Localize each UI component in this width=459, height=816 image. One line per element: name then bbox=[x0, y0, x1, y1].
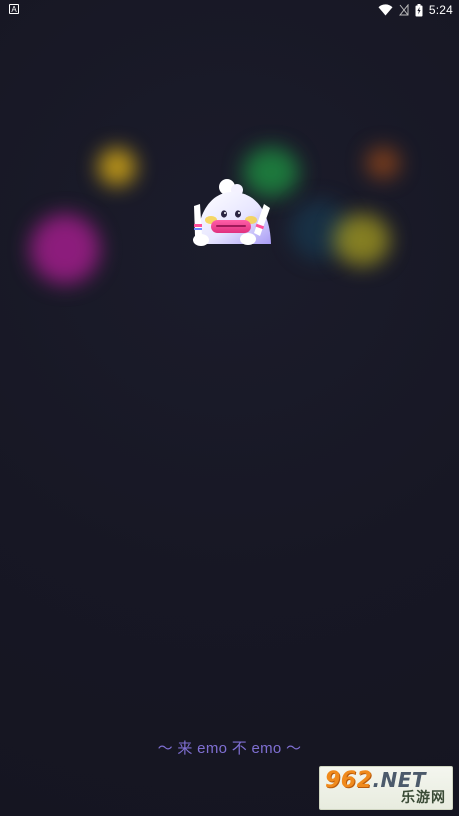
status-bar: A 5:24 bbox=[0, 0, 459, 20]
splash-screen: A 5:24 ～ 来 emo 不 emo ～ 962.NET 乐游网 bbox=[0, 0, 459, 816]
bokeh-light-magenta bbox=[30, 214, 100, 284]
watermark-logo: 962.NET 乐游网 bbox=[319, 766, 453, 810]
slogan-text: ～ 来 emo 不 emo ～ bbox=[157, 740, 302, 757]
watermark-site-name: 乐游网 bbox=[401, 789, 446, 805]
bokeh-light-orange bbox=[366, 147, 400, 179]
signal-icon bbox=[398, 4, 409, 16]
battery-icon bbox=[415, 3, 423, 17]
bokeh-light-yellow bbox=[98, 148, 136, 186]
notification-a-icon: A bbox=[9, 4, 19, 14]
clock-time: 5:24 bbox=[428, 3, 453, 17]
wifi-icon bbox=[378, 4, 393, 16]
bokeh-light-yellow-2 bbox=[334, 214, 390, 266]
watermark-number: 962 bbox=[325, 768, 373, 793]
emo-ghost-mascot-icon bbox=[184, 176, 276, 252]
status-right-group: 5:24 bbox=[378, 1, 453, 19]
